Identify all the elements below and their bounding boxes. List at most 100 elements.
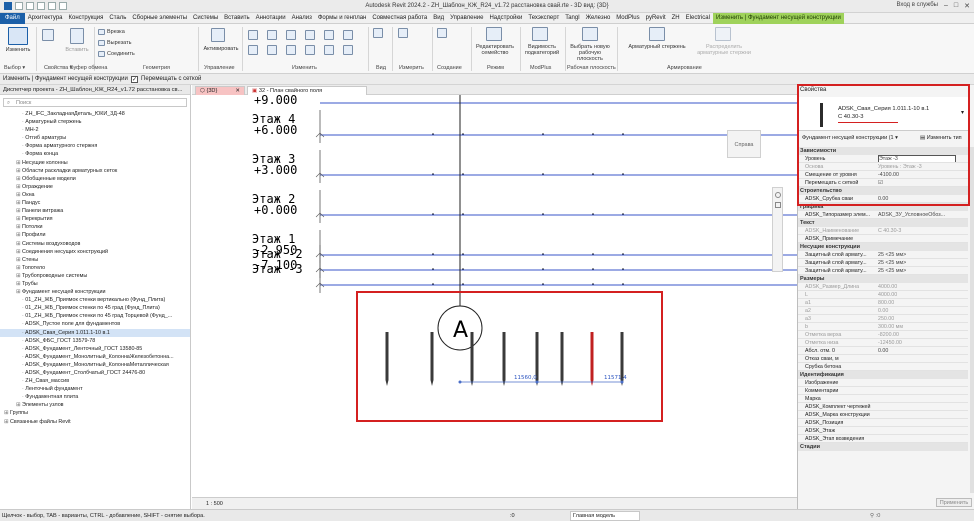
property-row[interactable]: L 4000.00 xyxy=(798,291,968,299)
property-row[interactable]: Срубка бетона xyxy=(798,363,968,371)
cope-button[interactable]: Врезка xyxy=(107,29,125,35)
property-row[interactable]: Защитный слой армату... 25 <25 мм> xyxy=(798,259,968,267)
activate-button[interactable]: Активировать xyxy=(202,46,240,52)
property-value[interactable]: С 40.30-3 xyxy=(878,227,901,234)
create-icon[interactable] xyxy=(437,28,447,38)
tab-3d-view[interactable]: ⬡ {3D} ✕ xyxy=(195,86,245,95)
cope-icon[interactable] xyxy=(98,29,105,35)
property-row[interactable]: a1 800.00 xyxy=(798,299,968,307)
modify-tool-icon[interactable] xyxy=(343,45,353,55)
modify-tool-icon[interactable] xyxy=(267,45,277,55)
modify-tool-icon[interactable] xyxy=(286,30,296,40)
property-value[interactable]: 4000.00 xyxy=(878,291,897,298)
cut-button[interactable]: Вырезать xyxy=(107,40,131,46)
zoom-icon[interactable] xyxy=(775,202,781,208)
browser-tree-item[interactable]: · ADSK_ФБС_ГОСТ 13579-78 xyxy=(0,337,190,345)
modify-arrow-icon[interactable] xyxy=(8,27,28,45)
browser-tree-item[interactable]: ⊞ Несущие колонны xyxy=(0,159,190,167)
measure-icon[interactable] xyxy=(398,28,408,38)
browser-tree-item[interactable]: ⊞ Стены xyxy=(0,256,190,264)
menu-tab[interactable]: Tangl xyxy=(562,13,582,24)
browser-tree-item[interactable]: · ADSK_Фундамент_Столбчатый_ГОСТ 24476-8… xyxy=(0,369,190,377)
modify-tool-icon[interactable] xyxy=(248,45,258,55)
view-icon[interactable] xyxy=(373,28,383,38)
property-row[interactable]: Изображение xyxy=(798,379,968,387)
property-value[interactable]: ADSK_ЗУ_УсловноеОбоз... xyxy=(878,211,945,218)
property-value[interactable]: 25 <25 мм> xyxy=(878,267,906,274)
menu-tab[interactable]: Сталь xyxy=(106,13,129,24)
property-value[interactable]: 0.00 xyxy=(878,347,888,354)
browser-tree-item[interactable]: ⊞ Пандус xyxy=(0,199,190,207)
browser-tree-item[interactable]: · Арматурный стержень xyxy=(0,118,190,126)
browser-tree-item[interactable]: ⊞ Потолки xyxy=(0,223,190,231)
distribute-rebar-icon[interactable] xyxy=(715,27,731,41)
modify-tool-icon[interactable] xyxy=(305,45,315,55)
browser-tree-item[interactable]: · МН-2 xyxy=(0,126,190,134)
menu-tab[interactable]: Формы и генплан xyxy=(315,13,369,24)
property-row[interactable]: ADSK_Наименование С 40.30-3 xyxy=(798,227,968,235)
properties-icon[interactable] xyxy=(42,29,54,41)
browser-tree-item[interactable]: · ADSK_Пустое поле для фундаментов xyxy=(0,320,190,328)
property-row[interactable]: Защитный слой армату... 25 <25 мм> xyxy=(798,267,968,275)
browser-tree-item[interactable]: · Форма арматурного стержня xyxy=(0,142,190,150)
menu-tab[interactable]: Системы xyxy=(190,13,221,24)
property-value[interactable]: 25 <25 мм> xyxy=(878,259,906,266)
cut-icon[interactable] xyxy=(98,40,105,46)
property-row[interactable]: ADSK_Позиция xyxy=(798,419,968,427)
browser-tree-item[interactable]: ⊞ Окна xyxy=(0,191,190,199)
menu-tab[interactable]: Анализ xyxy=(289,13,315,24)
menu-tab[interactable]: pyRevit xyxy=(643,13,669,24)
property-value[interactable]: 4000.00 xyxy=(878,283,897,290)
property-row[interactable]: Комментарии xyxy=(798,387,968,395)
navigation-bar[interactable] xyxy=(772,187,783,272)
browser-tree-item[interactable]: ⊞ Трубы xyxy=(0,280,190,288)
menu-tab[interactable]: Вид xyxy=(430,13,447,24)
menu-tab[interactable]: Техэксперт xyxy=(525,13,562,24)
join-icon[interactable] xyxy=(98,51,105,57)
menu-tab[interactable]: Архитектура xyxy=(25,13,66,24)
tab-plan-view[interactable]: ▣ 32 - План свайного поля xyxy=(247,86,367,95)
menu-tab[interactable]: Надстройки xyxy=(486,13,525,24)
browser-search-input[interactable]: ⌕ Поиск xyxy=(3,98,187,107)
browser-tree-item[interactable]: ⊞ Профили xyxy=(0,231,190,239)
browser-tree-item[interactable]: ⊞ Топотело xyxy=(0,264,190,272)
property-row[interactable]: ADSK_Типоразмер элем... ADSK_ЗУ_УсловноеО… xyxy=(798,211,968,219)
property-row[interactable]: ADSK_Марка конструкции xyxy=(798,411,968,419)
property-row[interactable]: Абсл. отм. 0 0.00 xyxy=(798,347,968,355)
activate-icon[interactable] xyxy=(211,28,225,42)
browser-tree-item[interactable]: ⊞ Элементы узлов xyxy=(0,401,190,409)
browser-tree-item[interactable]: · ADSK_Фундамент_Монолитный_КолоннаЖелез… xyxy=(0,353,190,361)
close-icon[interactable]: ✕ xyxy=(964,2,970,10)
browser-tree-item[interactable]: ⊞ Ограждение xyxy=(0,183,190,191)
host-visibility-icon[interactable] xyxy=(532,27,548,41)
menu-tab[interactable]: Управление xyxy=(447,13,486,24)
browser-tree-item[interactable]: ⊞ Связанные файлы Revit xyxy=(0,418,190,426)
rebar-icon[interactable] xyxy=(649,27,665,41)
property-value[interactable]: 250.00 xyxy=(878,315,894,322)
property-row[interactable]: ADSK_Этаж xyxy=(798,427,968,435)
host-visibility-button[interactable]: Видимость подкатегорий xyxy=(521,44,563,56)
browser-tree-item[interactable]: ⊞ Группы xyxy=(0,409,190,417)
distribute-rebar-button[interactable]: Распределить арматурные стержни xyxy=(696,44,752,56)
menu-tab[interactable]: Изменить | Фундамент несущей конструкции xyxy=(712,12,844,24)
property-value[interactable]: 25 <25 мм> xyxy=(878,251,906,258)
property-value[interactable]: 800.00 xyxy=(878,299,894,306)
property-row[interactable]: a2 0.00 xyxy=(798,307,968,315)
browser-tree-item[interactable]: · ADSK_Фундамент_Ленточный_ГОСТ 13580-85 xyxy=(0,345,190,353)
menu-tab[interactable]: Вставить xyxy=(221,13,252,24)
property-section[interactable]: Идентификация xyxy=(798,371,968,379)
browser-tree-item[interactable]: ⊞ Перекрытия xyxy=(0,215,190,223)
steering-wheel-icon[interactable] xyxy=(775,192,781,198)
group-properties[interactable]: Свойства ▾ xyxy=(44,65,72,71)
property-row[interactable]: Отметка низа -12450.00 xyxy=(798,339,968,347)
property-section[interactable]: Стадии xyxy=(798,443,968,451)
browser-tree-item[interactable]: · Ленточный фундамент xyxy=(0,385,190,393)
paste-icon[interactable] xyxy=(70,28,84,44)
browser-tree-item[interactable]: · 01_ZH_ЖБ_Приямок стенки по 45 град (Фу… xyxy=(0,304,190,312)
menu-tab[interactable]: Конструкция xyxy=(66,13,107,24)
user-icon[interactable]: Вход в службы xyxy=(896,2,938,10)
property-row[interactable]: Отказ сваи, м xyxy=(798,355,968,363)
browser-tree-item[interactable]: · ZH_IFC_ЗакладнаяДеталь_ЮКИ_3Д-48 xyxy=(0,110,190,118)
filter-icon[interactable]: ⚲ :0 xyxy=(870,510,880,522)
property-row[interactable]: ADSK_Размер_Длина 4000.00 xyxy=(798,283,968,291)
